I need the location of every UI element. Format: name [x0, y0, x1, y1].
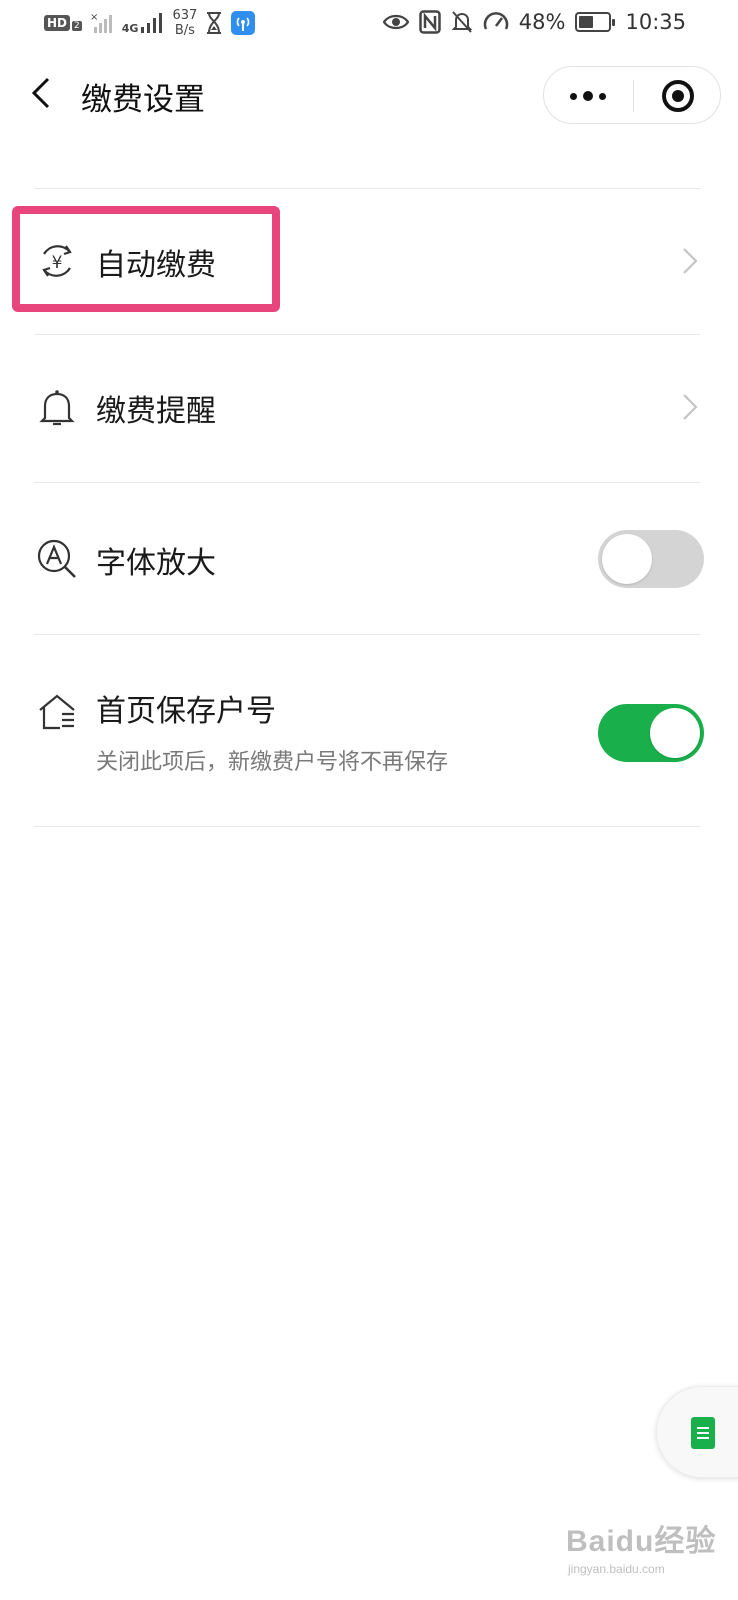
font-zoom-toggle[interactable]: [598, 530, 704, 588]
close-mini-program-button[interactable]: [634, 67, 722, 125]
speedometer-icon: [483, 12, 509, 30]
watermark: Baidu经验 jingyan.baidu.com: [566, 1516, 716, 1576]
speed-unit: B/s: [174, 23, 195, 38]
hd-sub-label: 2: [72, 21, 82, 31]
divider: [34, 826, 700, 827]
more-button[interactable]: [544, 67, 632, 125]
status-right: 48% 10:35: [382, 10, 686, 34]
more-dots-icon: [570, 92, 577, 100]
svg-text:×: ×: [90, 12, 98, 23]
house-list-icon: [39, 694, 75, 730]
divider: [34, 334, 700, 335]
speed-value: 637: [172, 8, 198, 23]
bell-icon: [39, 390, 75, 426]
chevron-right-icon: [683, 248, 698, 274]
hd-label: HD: [44, 15, 71, 31]
chevron-left-icon: [31, 77, 50, 109]
toggle-knob: [602, 534, 652, 584]
divider: [34, 634, 700, 635]
signal-no-service-icon: ×: [90, 12, 112, 33]
hotspot-badge-icon: [231, 11, 256, 35]
setting-label: 首页保存户号: [96, 694, 276, 729]
watermark-url: jingyan.baidu.com: [568, 1562, 665, 1576]
more-dot-center: [583, 91, 593, 101]
mute-bell-icon: [451, 11, 473, 33]
clock-time: 10:35: [625, 10, 686, 34]
setting-item-save-account: 首页保存户号 关闭此项后，新缴费户号将不再保存: [0, 636, 738, 826]
hd-voice-icon: HD 2: [44, 15, 82, 31]
navigation-bar: 缴费设置: [0, 60, 738, 132]
highlight-annotation-box: [12, 206, 280, 312]
eye-icon: [382, 14, 409, 30]
signal-bars-icon: [141, 13, 163, 33]
nfc-icon: [419, 10, 441, 34]
network-speed: 637 B/s: [172, 8, 197, 38]
divider: [34, 188, 700, 189]
hourglass-icon: [207, 12, 222, 34]
back-button[interactable]: [20, 70, 62, 116]
status-left: HD 2 × 4G 637 B/s: [44, 8, 256, 38]
divider: [34, 482, 700, 483]
floating-document-button[interactable]: [656, 1386, 738, 1478]
watermark-logo: Baidu经验: [566, 1525, 717, 1558]
setting-label: 缴费提醒: [96, 394, 216, 429]
save-account-toggle[interactable]: [598, 704, 704, 762]
setting-item-font-zoom: 字体放大: [0, 484, 738, 634]
network-type-label: 4G: [121, 22, 139, 35]
signal-4g-icon: 4G: [122, 11, 165, 35]
toggle-knob: [650, 708, 700, 758]
status-bar: HD 2 × 4G 637 B/s 48% 10:35: [0, 0, 738, 52]
battery-icon: [575, 12, 616, 32]
battery-percent: 48%: [518, 10, 566, 34]
more-dot-right: [599, 92, 606, 100]
setting-description: 关闭此项后，新缴费户号将不再保存: [96, 750, 449, 775]
font-zoom-icon: [37, 539, 76, 578]
page-title: 缴费设置: [81, 82, 205, 118]
target-close-icon: [662, 80, 694, 112]
setting-item-pay-reminder[interactable]: 缴费提醒: [0, 336, 738, 482]
setting-label: 字体放大: [96, 546, 216, 581]
chevron-right-icon: [683, 394, 698, 420]
document-icon: [691, 1417, 715, 1449]
mini-program-capsule: [543, 66, 721, 124]
